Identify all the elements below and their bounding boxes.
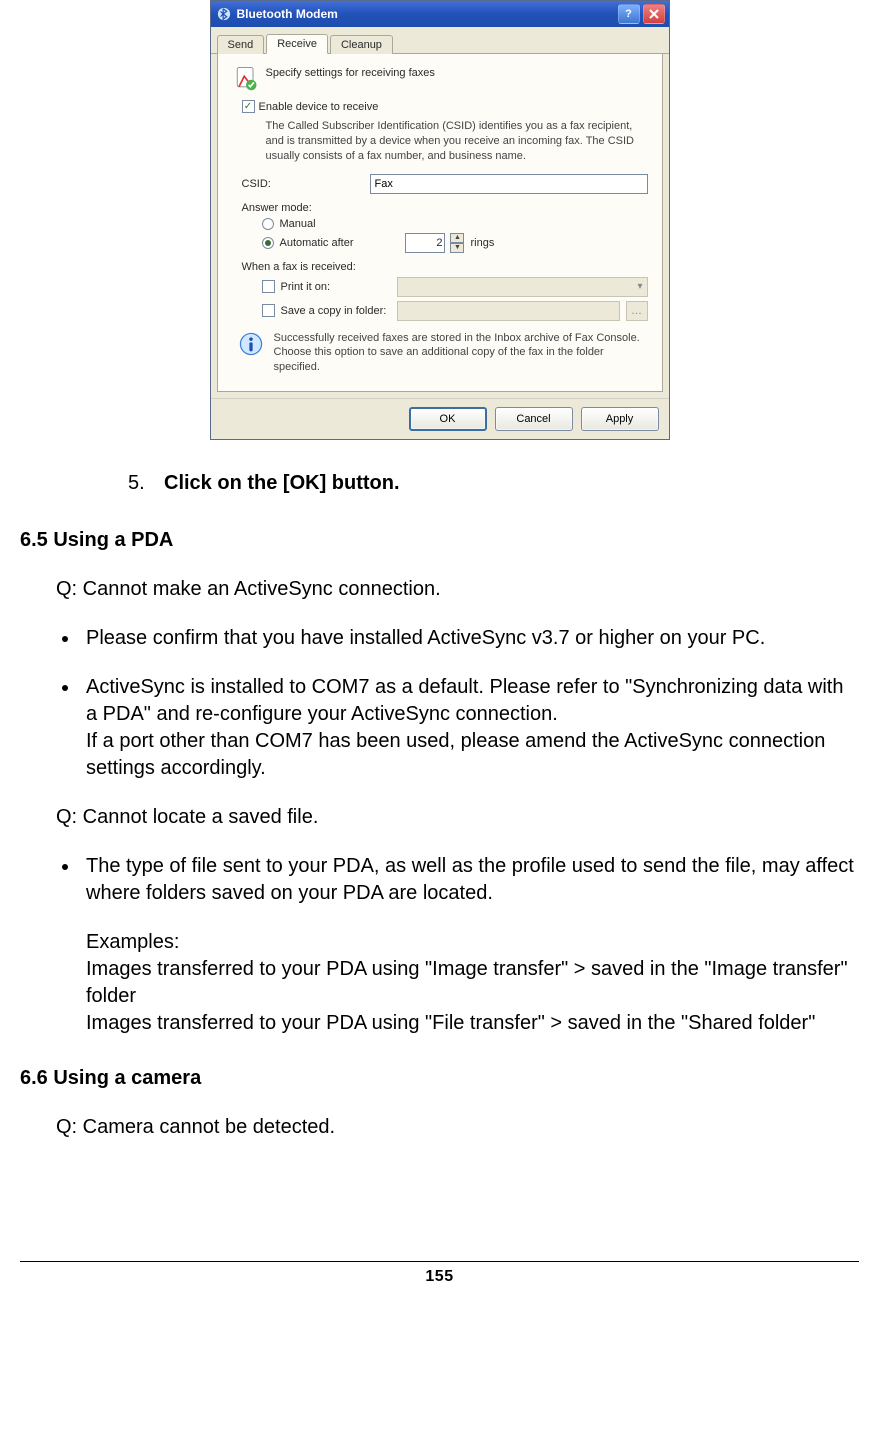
rings-spinner[interactable]: 2 [405,233,445,253]
bullet-2: ActiveSync is installed to COM7 as a def… [80,674,859,782]
answer-mode-label: Answer mode: [242,202,648,214]
info-text: Successfully received faxes are stored i… [274,331,648,376]
question-3: Q: Camera cannot be detected. [56,1114,859,1141]
window-title: Bluetooth Modem [237,7,615,21]
bullet-3a-text: The type of file sent to your PDA, as we… [86,855,854,904]
close-button[interactable] [643,4,665,24]
question-1: Q: Cannot make an ActiveSync connection. [56,576,859,603]
titlebar: Bluetooth Modem ? [211,1,669,27]
enable-receive-checkbox[interactable] [242,100,255,113]
bullet-2b-text: If a port other than COM7 has been used,… [86,730,825,779]
csid-label: CSID: [242,178,362,190]
answer-auto-label: Automatic after [280,237,354,249]
answer-manual-label: Manual [280,218,316,230]
example-1: Images transferred to your PDA using "Im… [86,958,848,1007]
ok-button[interactable]: OK [409,407,487,431]
tab-row: Send Receive Cleanup [211,27,669,54]
when-received-label: When a fax is received: [242,261,648,273]
save-folder-input [397,301,620,321]
tab-receive[interactable]: Receive [266,34,328,54]
bluetooth-icon [215,5,233,23]
chevron-down-icon: ▾ [637,281,642,292]
bullet-3: The type of file sent to your PDA, as we… [80,853,859,1037]
apply-button[interactable]: Apply [581,407,659,431]
save-copy-label: Save a copy in folder: [281,305,391,317]
answer-manual-radio[interactable] [262,218,274,230]
print-it-label: Print it on: [281,281,391,293]
print-it-checkbox[interactable] [262,280,275,293]
cancel-button[interactable]: Cancel [495,407,573,431]
rings-spinner-buttons[interactable]: ▲▼ [450,233,464,253]
page-number: 155 [20,1261,859,1286]
button-bar: OK Cancel Apply [211,398,669,439]
bullet-1: Please confirm that you have installed A… [80,625,859,652]
tab-cleanup[interactable]: Cleanup [330,35,393,54]
examples-label: Examples: [86,931,179,953]
bullet-2a-text: ActiveSync is installed to COM7 as a def… [86,676,843,725]
help-button[interactable]: ? [618,4,640,24]
section-6-6-heading: 6.6 Using a camera [20,1065,859,1092]
enable-receive-label: Enable device to receive [259,101,379,113]
bullet-1-text: Please confirm that you have installed A… [86,627,765,649]
csid-input[interactable] [370,174,648,194]
tab-body: Specify settings for receiving faxes Ena… [217,54,663,392]
question-2: Q: Cannot locate a saved file. [56,804,859,831]
info-icon [238,331,264,357]
bluetooth-modem-dialog: Bluetooth Modem ? Send Receive Cleanup [210,0,670,440]
section-6-5-heading: 6.5 Using a PDA [20,527,859,554]
browse-folder-button: … [626,301,648,321]
answer-auto-radio[interactable] [262,237,274,249]
step-number: 5. [128,470,154,497]
csid-description: The Called Subscriber Identification (CS… [266,119,648,164]
print-target-dropdown: ▾ [397,277,648,297]
example-2: Images transferred to your PDA using "Fi… [86,1012,815,1034]
rings-suffix: rings [470,237,494,249]
save-copy-checkbox[interactable] [262,304,275,317]
section-heading: Specify settings for receiving faxes [266,64,435,79]
tab-send[interactable]: Send [217,35,265,54]
step-text: Click on the [OK] button. [164,470,400,497]
fax-settings-icon [232,64,266,92]
enable-receive-checkbox-row: Enable device to receive [242,100,648,113]
